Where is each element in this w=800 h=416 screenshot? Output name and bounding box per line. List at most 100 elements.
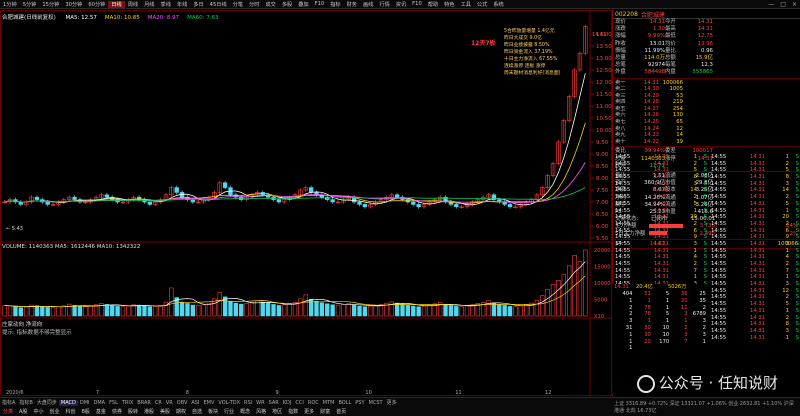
market-tab[interactable]: 中小 (30, 408, 46, 415)
toolbar-item[interactable]: 多股 (279, 1, 295, 8)
indicator-tab[interactable]: EMV (202, 400, 217, 406)
toolbar-item[interactable]: 分时 (246, 1, 262, 8)
toolbar-item[interactable]: 财务 (344, 1, 360, 8)
toolbar-item[interactable]: 工具 (458, 1, 474, 8)
tick-direction: S (703, 207, 707, 214)
toolbar-item[interactable]: 年线 (174, 1, 190, 8)
toolbar-item[interactable]: 行情 (376, 1, 392, 8)
tick-time: 14:55 (615, 247, 631, 254)
candle-body (362, 204, 368, 208)
indicator-tab[interactable]: VR (164, 400, 175, 406)
toolbar-item[interactable]: 成交 (262, 1, 278, 8)
market-tab[interactable]: 美股 (157, 408, 173, 415)
candle-body (174, 187, 179, 193)
market-tab[interactable]: 财富 (317, 408, 333, 415)
market-tab[interactable]: 科创 (62, 408, 78, 415)
maximize-icon[interactable]: □ (777, 1, 789, 8)
indicator-tab[interactable]: MTM (321, 400, 337, 406)
market-tab[interactable]: 更多 (301, 408, 317, 415)
volume-bar (110, 305, 115, 317)
toolbar-item[interactable]: F10 (409, 1, 425, 7)
depth-cell: 2 (684, 324, 688, 331)
volume-bar (540, 295, 545, 317)
market-tab[interactable]: 债券 (109, 408, 125, 415)
indicator-tab[interactable]: BOLL (336, 400, 353, 406)
indicator-tab[interactable]: FSL (107, 400, 120, 406)
market-tab[interactable]: 创业 (46, 408, 62, 415)
volume-bar (196, 305, 201, 317)
volume-bar (427, 304, 432, 317)
toolbar-item[interactable]: 5分钟 (20, 1, 40, 8)
market-tab[interactable]: 指数 (285, 408, 301, 415)
market-tab[interactable]: 概念 (237, 408, 253, 415)
indicator-tab[interactable]: CCI (293, 400, 305, 406)
market-tab[interactable]: 风格 (253, 408, 269, 415)
indicator-tab[interactable]: BRAR (135, 400, 153, 406)
tick-time: 14:55 (615, 240, 631, 247)
market-tab[interactable]: 地区 (269, 408, 285, 415)
wechat-logo-icon (636, 374, 655, 393)
kline-chart-area[interactable]: 14.00 13.50 13.00 12.50 12.00 11.50 11.00 10.50… (0, 10, 612, 396)
market-tab[interactable]: 行业 (221, 408, 237, 415)
indicator-tab[interactable]: RSI (242, 400, 254, 406)
toolbar-item[interactable]: F10 (312, 1, 328, 7)
indicator-tab[interactable]: MACD (58, 399, 78, 406)
toolbar-item[interactable]: 指标 (327, 1, 343, 8)
toolbar-item[interactable]: 30分钟 (62, 1, 85, 8)
indicator-tab[interactable]: 指标A (0, 399, 17, 406)
market-tab[interactable]: 首页 (333, 408, 349, 415)
indicator-tab[interactable]: 指标B (17, 399, 34, 406)
toolbar-item[interactable]: 日线 (108, 0, 125, 8)
toolbar-item[interactable]: 系统 (490, 1, 506, 8)
toolbar-item[interactable]: 画线 (360, 1, 376, 8)
market-tab[interactable]: 分类 (0, 408, 16, 415)
indicator-tab[interactable]: ROC (306, 400, 321, 406)
toolbar-item[interactable]: 15分钟 (39, 1, 62, 8)
tick-list[interactable]: 14:55 14.31 1 S 14:55 14.31 2 S 14:55 14.31 5 S 14:5… (709, 154, 800, 396)
volume-legend: VOLUME: 1140363 MA5: 1612446 MA10: 13423… (2, 244, 141, 250)
toolbar-item[interactable]: 月线 (141, 1, 157, 8)
indicator-tab[interactable]: 大盘同步 (35, 399, 59, 406)
market-tab[interactable]: B股 (78, 408, 92, 415)
market-tab[interactable]: 基金 (93, 408, 109, 415)
toolbar-item[interactable]: 资讯 (393, 1, 409, 8)
indicator-tab[interactable]: OBV (175, 400, 190, 406)
toolbar-item[interactable]: 1分钟 (0, 1, 20, 8)
indicator-tab[interactable]: SAR (267, 400, 281, 406)
toolbar-item[interactable]: 分笔 (230, 1, 246, 8)
toolbar-item[interactable]: 60分钟 (85, 1, 108, 8)
indicator-tab[interactable]: PSY (353, 400, 366, 406)
market-tab[interactable]: 港股 (141, 408, 157, 415)
indicator-tab[interactable]: DMI (78, 400, 92, 406)
indicator-tab[interactable]: TRIX (120, 400, 135, 406)
toolbar-item[interactable]: 周线 (125, 1, 141, 8)
toolbar-item[interactable]: 帮助 (425, 1, 441, 8)
market-tab[interactable]: 自选 (189, 408, 205, 415)
minimize-icon[interactable]: — (765, 1, 777, 8)
indicator-tab[interactable]: WR (254, 400, 266, 406)
market-tab[interactable]: A股 (16, 408, 30, 415)
indicator-tab[interactable]: ASI (189, 400, 201, 406)
indicator-tab[interactable]: VOL-TDX (216, 400, 242, 406)
market-tab[interactable]: 板块 (205, 408, 221, 415)
market-tab[interactable]: 期权 (173, 408, 189, 415)
quote-value: 14.31 (697, 19, 713, 25)
indicator-tab[interactable]: MCST (367, 400, 385, 406)
market-tab[interactable]: 股转 (125, 408, 141, 415)
toolbar-item[interactable]: 公式 (474, 1, 490, 8)
depth-row: 1 1 1 20 35 (612, 298, 708, 305)
indicator-tab[interactable]: KDJ (281, 400, 294, 406)
indicator-tab[interactable]: DMA (92, 400, 108, 406)
indicator-tab[interactable]: CR (153, 400, 164, 406)
ask-row: 卖三 14.29 53 (613, 93, 800, 100)
toolbar-item[interactable]: 叠加 (295, 1, 311, 8)
toolbar-item[interactable]: 多日 (190, 1, 206, 8)
tick-qty: 14 (782, 187, 789, 194)
toolbar-item[interactable]: 特色 (441, 1, 457, 8)
toolbar-item[interactable]: 季线 (158, 1, 174, 8)
tick-row: 14:55 14.31 7 S (613, 268, 709, 275)
stock-title[interactable]: 002208 合肥城建 (613, 10, 800, 19)
toolbar-item[interactable]: 45日线 (207, 1, 230, 8)
close-icon[interactable]: × (789, 1, 800, 8)
indicator-tab[interactable]: 更多 (385, 399, 399, 406)
